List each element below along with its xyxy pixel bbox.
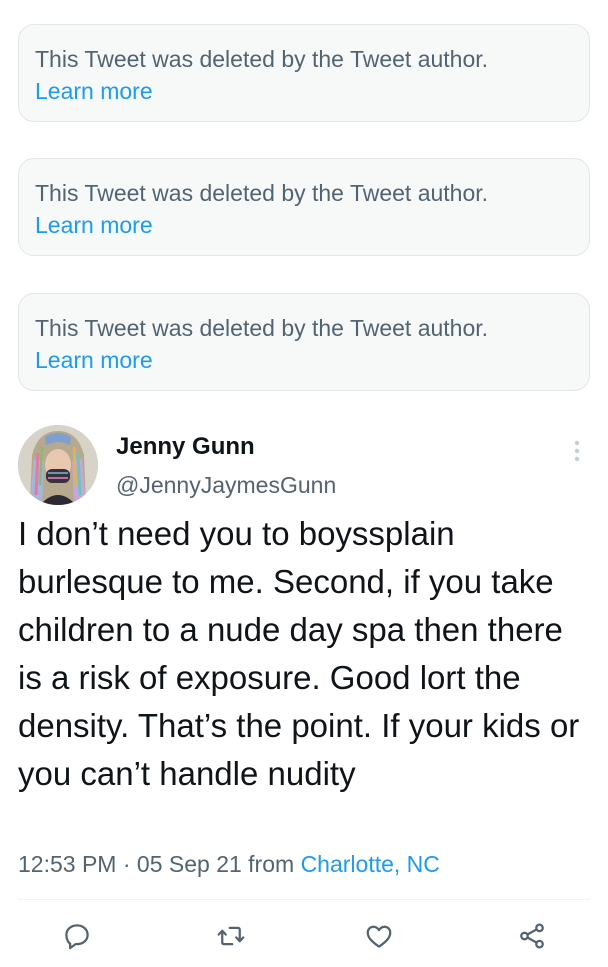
retweet-icon xyxy=(217,926,245,946)
learn-more-link[interactable]: Learn more xyxy=(35,75,153,107)
share-icon xyxy=(520,923,544,949)
like-button[interactable] xyxy=(359,916,399,956)
avatar[interactable] xyxy=(18,425,98,505)
divider xyxy=(18,899,590,900)
deleted-notice-text: This Tweet was deleted by the Tweet auth… xyxy=(35,315,489,341)
deleted-notice-text: This Tweet was deleted by the Tweet auth… xyxy=(35,46,489,72)
meta-separator: · xyxy=(122,851,131,877)
deleted-notice-text: This Tweet was deleted by the Tweet auth… xyxy=(35,180,489,206)
heart-icon xyxy=(366,925,392,948)
tweet-date[interactable]: 05 Sep 21 xyxy=(137,851,242,877)
reply-button[interactable] xyxy=(57,916,97,956)
deleted-tweet-notice: This Tweet was deleted by the Tweet auth… xyxy=(18,158,590,256)
learn-more-link[interactable]: Learn more xyxy=(35,209,153,241)
tweet-location[interactable]: Charlotte, NC xyxy=(301,851,440,877)
learn-more-link[interactable]: Learn more xyxy=(35,344,153,376)
tweet-time[interactable]: 12:53 PM xyxy=(18,851,116,877)
deleted-tweet-notice: This Tweet was deleted by the Tweet auth… xyxy=(18,293,590,391)
author-name[interactable]: Jenny Gunn xyxy=(116,432,255,462)
tweet-text: I don’t need you to boyssplain burlesque… xyxy=(18,515,580,792)
avatar-image xyxy=(18,425,98,505)
share-button[interactable] xyxy=(512,916,552,956)
deleted-tweet-notice: This Tweet was deleted by the Tweet auth… xyxy=(18,24,590,122)
reply-icon xyxy=(65,924,89,950)
more-options-icon[interactable] xyxy=(566,436,588,466)
retweet-button[interactable] xyxy=(211,916,251,956)
from-label: from xyxy=(248,851,295,877)
tweet-metadata: 12:53 PM · 05 Sep 21 from Charlotte, NC xyxy=(18,848,440,880)
author-handle[interactable]: @JennyJaymesGunn xyxy=(116,470,336,500)
